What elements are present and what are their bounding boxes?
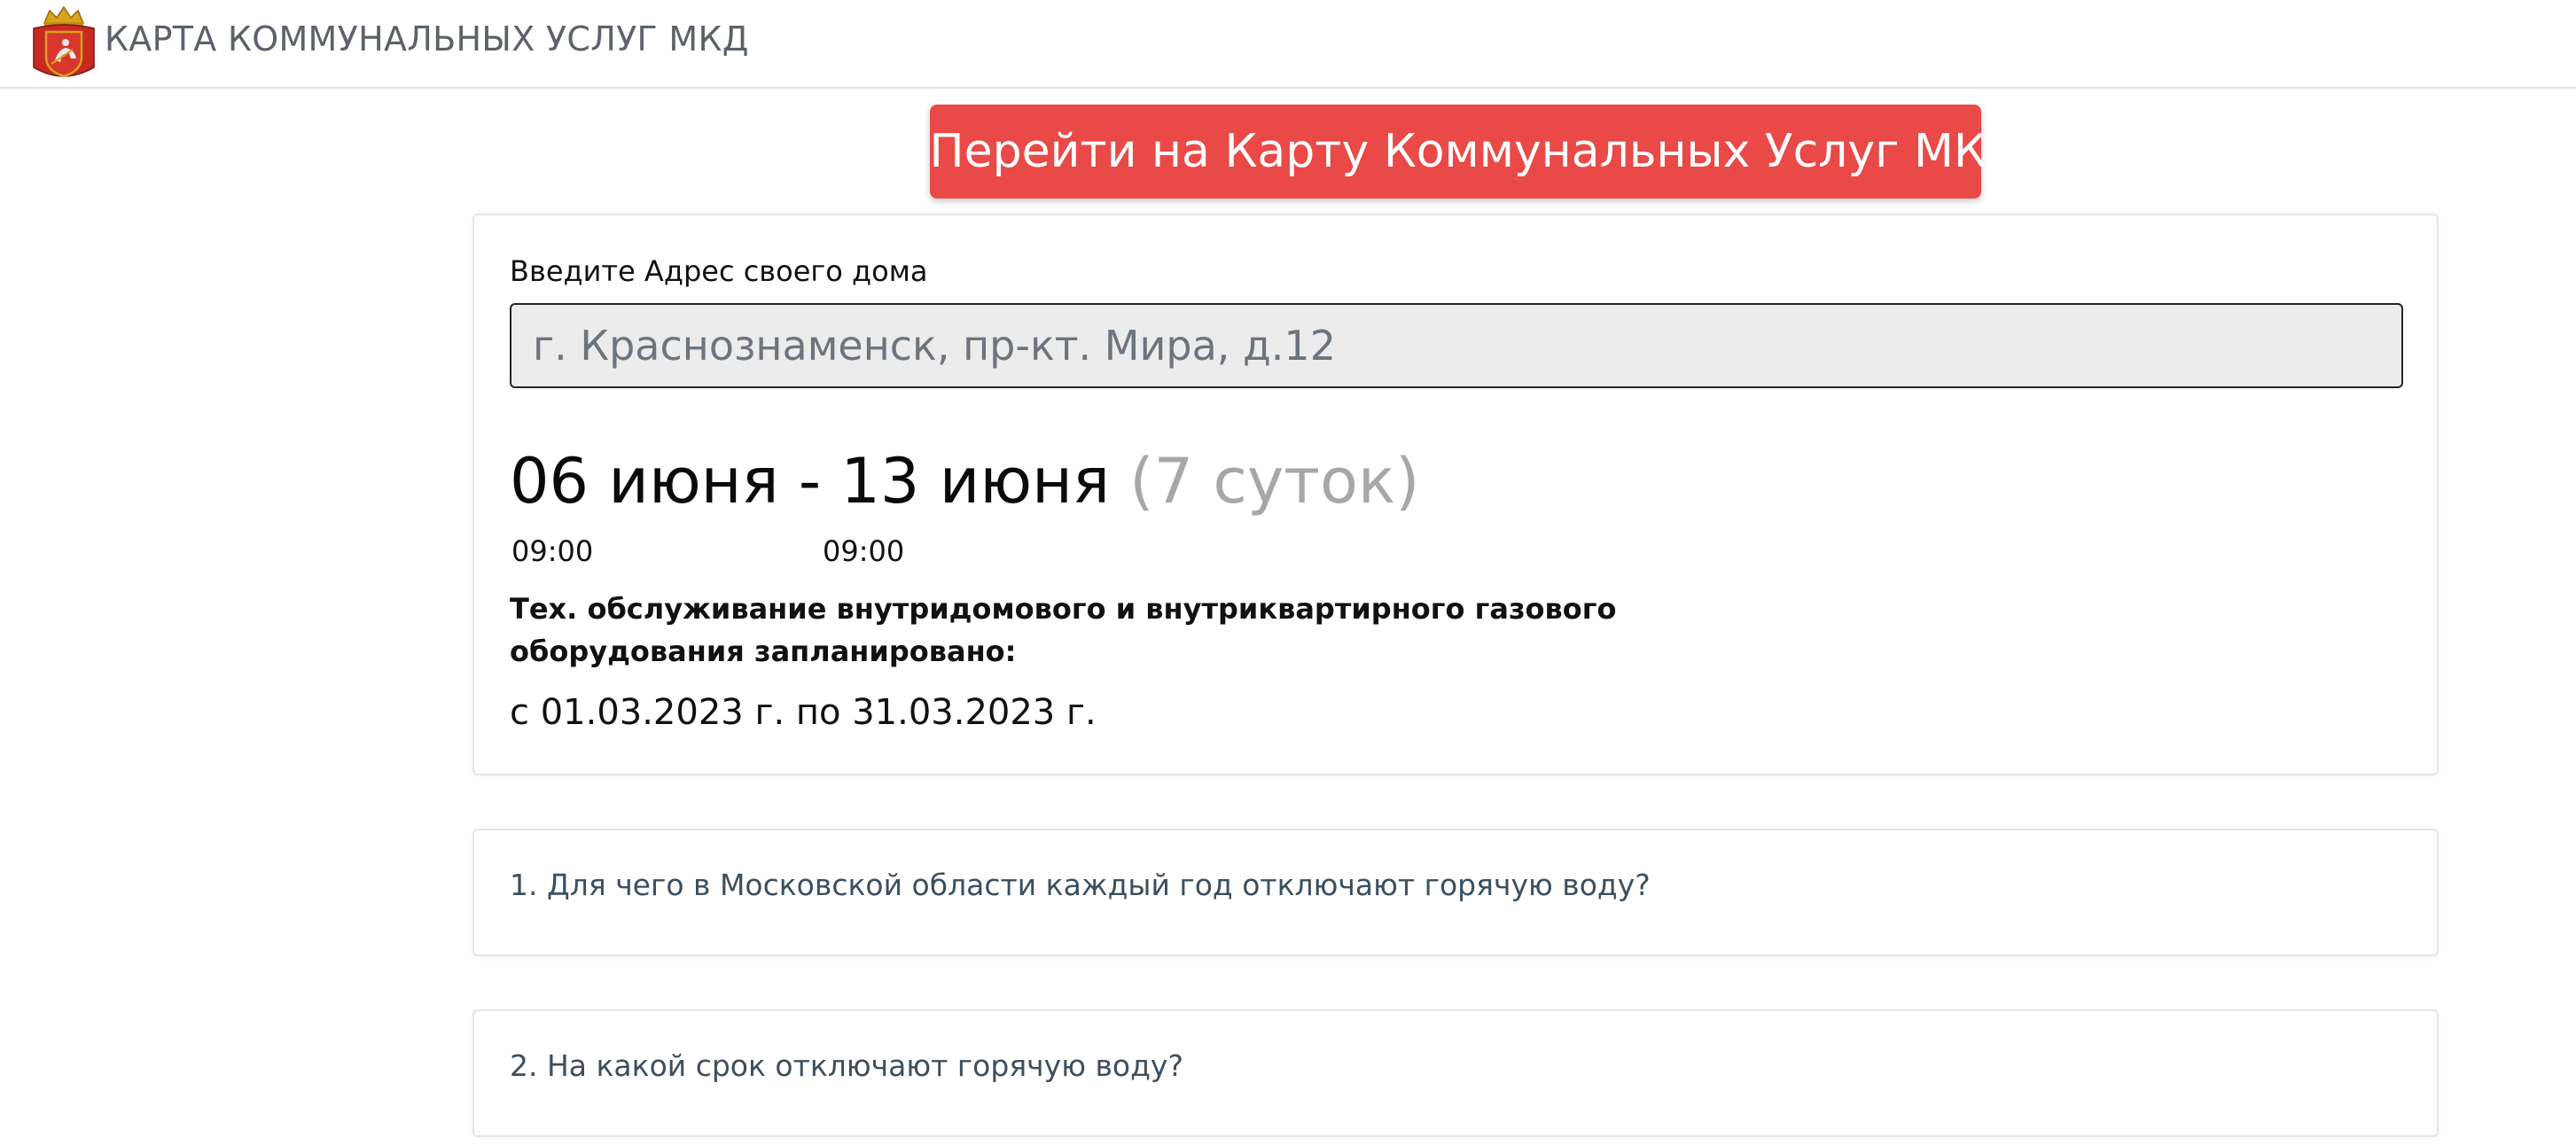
outage-duration: (7 суток) — [1129, 445, 1420, 518]
maintenance-period: с 01.03.2023 г. по 31.03.2023 г. — [510, 692, 1097, 733]
outage-start-date: 06 июня — [510, 445, 779, 518]
faq-question[interactable]: 2. На какой срок отключают горячую воду? — [510, 1048, 1183, 1083]
faq-question[interactable]: 1. Для чего в Московской области каждый … — [510, 868, 1651, 902]
outage-date-range: 06 июня - 13 июня (7 суток) — [510, 441, 1419, 521]
go-to-map-button[interactable]: Перейти на Карту Коммунальных Услуг МКД — [889, 105, 2022, 199]
outage-end-time: 09:00 — [823, 534, 905, 568]
map-pin-icon — [889, 128, 919, 170]
outage-info-card: Введите Адрес своего дома 06 июня - 13 и… — [472, 214, 2439, 775]
faq-item[interactable]: 2. На какой срок отключают горячую воду? — [472, 1009, 2439, 1137]
outage-end-date: 13 июня — [840, 445, 1111, 518]
top-navbar: КАРТА КОММУНАЛЬНЫХ УСЛУГ МКД — [0, 0, 2576, 89]
go-to-map-label: Перейти на Карту Коммунальных Услуг МКД — [929, 125, 2023, 178]
faq-item[interactable]: 1. Для чего в Московской области каждый … — [472, 829, 2439, 956]
brand-title[interactable]: КАРТА КОММУНАЛЬНЫХ УСЛУГ МКД — [105, 16, 749, 62]
address-input[interactable] — [510, 303, 2403, 388]
outage-date-separator: - — [778, 445, 841, 518]
outage-start-time: 09:00 — [511, 534, 594, 568]
coat-of-arms-icon[interactable] — [32, 5, 96, 80]
maintenance-title: Тех. обслуживание внутридомового и внутр… — [510, 592, 1617, 668]
address-label: Введите Адрес своего дома — [510, 254, 928, 288]
